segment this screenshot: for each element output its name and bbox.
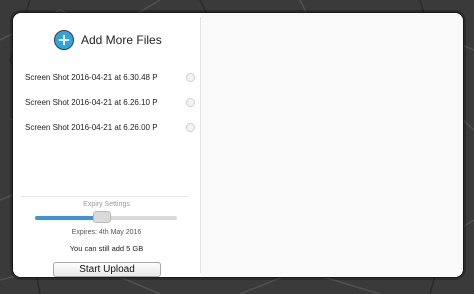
add-more-files-button[interactable]: Add More Files [54,29,162,51]
file-list: Screen Shot 2016-04-21 at 6.30.48 P Scre… [25,65,195,140]
file-panel: Add More Files Screen Shot 2016-04-21 at… [13,13,200,277]
remove-file-icon[interactable] [186,123,195,132]
add-more-files-label: Add More Files [81,33,162,47]
file-name: Screen Shot 2016-04-21 at 6.26.00 P [25,123,158,132]
upload-dialog: Add More Files Screen Shot 2016-04-21 at… [12,12,464,278]
file-item: Screen Shot 2016-04-21 at 6.30.48 P [25,65,195,90]
file-name: Screen Shot 2016-04-21 at 6.26.10 P [25,98,158,107]
start-upload-button[interactable]: Start Upload [53,262,161,277]
file-item: Screen Shot 2016-04-21 at 6.26.10 P [25,90,195,115]
expiry-date-text: Expires: 4th May 2016 [71,229,142,236]
file-name: Screen Shot 2016-04-21 at 6.30.48 P [25,73,158,82]
remove-file-icon[interactable] [186,98,195,107]
slider-thumb[interactable] [93,211,111,223]
remaining-capacity-text: You can still add 5 GB [69,244,144,253]
slider-fill [35,216,102,220]
file-item: Screen Shot 2016-04-21 at 6.26.00 P [25,115,195,140]
expiry-settings-label: Expiry Settings [83,201,130,208]
section-divider [21,196,189,197]
preview-panel [201,13,463,277]
plus-circle-icon [54,30,74,50]
remove-file-icon[interactable] [186,73,195,82]
expiry-slider[interactable] [35,211,177,225]
